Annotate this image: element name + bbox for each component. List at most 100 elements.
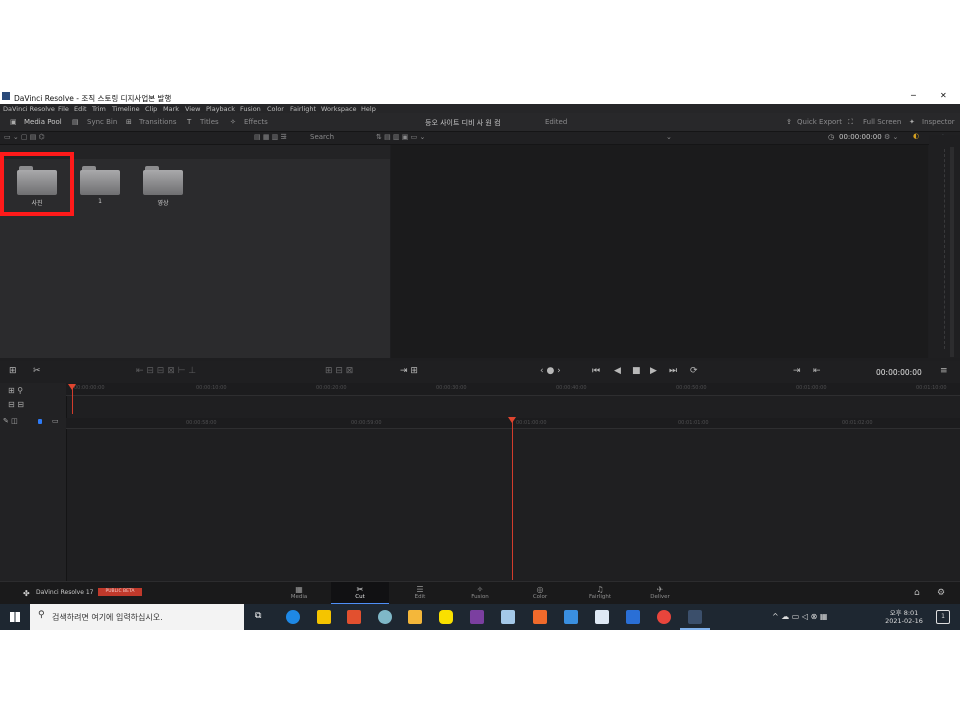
davinci-resolve-taskbar-icon[interactable] [688,610,702,624]
track-view-icon[interactable]: ▭ [52,417,59,425]
track-tools-icon[interactable]: ⊟ ⊟ [8,400,24,409]
inspector-button[interactable]: Inspector [922,118,955,126]
menu-mark[interactable]: Mark [163,105,179,113]
edge-icon[interactable] [286,610,300,624]
menu-timeline[interactable]: Timeline [112,105,140,113]
viewer-options-icon[interactable]: ⚙ ⌄ [884,133,898,141]
menu-workspace[interactable]: Workspace [321,105,357,113]
track-controls-icon[interactable]: ✎ ◫ [3,417,18,425]
file-explorer-icon[interactable] [408,610,422,624]
media-pool-button[interactable]: Media Pool [24,118,62,126]
viewer-panel[interactable] [391,145,928,358]
notification-icon[interactable]: 1 [936,610,950,624]
jog-control-icon[interactable]: ‹ ● › [540,366,561,376]
page-media[interactable]: ▦ Media [270,582,328,605]
timeline-area[interactable] [0,383,960,581]
play-reverse-icon[interactable]: ◀ [614,366,621,376]
menu-fusion[interactable]: Fusion [240,105,261,113]
page-fusion[interactable]: ✧ Fusion [451,582,509,605]
menu-davinci-resolve[interactable]: DaVinci Resolve [3,105,55,113]
quick-export-button[interactable]: Quick Export [797,118,842,126]
folder-icon[interactable] [143,166,183,196]
page-edit[interactable]: ☰ Edit [391,582,449,605]
menu-file[interactable]: File [58,105,69,113]
settings-gear-icon[interactable]: ⚙ [937,588,945,598]
edit-tools-icon[interactable]: ⇤ ⊟ ⊟ ⊠ ⊢ ⊥ [136,366,196,376]
app-icon[interactable] [347,610,361,624]
loop-icon[interactable]: ⟳ [690,366,698,376]
titles-button[interactable]: Titles [200,118,219,126]
close-icon[interactable]: ✕ [940,91,947,100]
sync-bin-icon: ▤ [72,118,79,126]
view-mode-icon[interactable]: ▤ ▦ ▥ ☰ [254,133,287,141]
menu-trim[interactable]: Trim [92,105,106,113]
onenote-icon[interactable] [470,610,484,624]
app-icon[interactable] [533,610,547,624]
menu-view[interactable]: View [185,105,200,113]
page-deliver[interactable]: ✈ Deliver [631,582,689,605]
taskbar-search-box[interactable]: ⚲ 검색하려면 여기에 입력하십시오. [30,604,244,630]
taskbar-search-input[interactable]: 검색하려면 여기에 입력하십시오. [52,612,163,623]
timeline-timecode: 00:00:00:00 [876,368,922,377]
home-icon[interactable]: ⌂ [914,588,920,598]
sync-bin-button[interactable]: Sync Bin [87,118,117,126]
menu-color[interactable]: Color [267,105,284,113]
transitions-button[interactable]: Transitions [139,118,177,126]
full-screen-button[interactable]: Full Screen [863,118,901,126]
stop-icon[interactable]: ■ [632,366,641,376]
scope-icon[interactable]: ◐ [913,132,919,140]
mark-out-icon[interactable]: ⇤ [813,366,821,376]
task-view-icon[interactable]: ⧉ [255,611,261,621]
folder-icon[interactable] [80,166,120,196]
calendar-icon[interactable] [595,610,609,624]
append-icon[interactable]: ⇥ ⊞ [400,366,418,376]
menu-playback[interactable]: Playback [206,105,235,113]
sticky-notes-icon[interactable] [317,610,331,624]
menu-edit[interactable]: Edit [74,105,87,113]
active-app-indicator [680,628,710,630]
window-title: DaVinci Resolve - 조직 스토링 디지사업본 발행 [14,94,172,103]
app-icon[interactable] [501,610,515,624]
clip-tools-icon[interactable]: ⊞ [9,366,17,376]
cut-page-icon: ✂ [356,585,364,594]
app-icon[interactable] [564,610,578,624]
system-tray-icons[interactable]: ^ ☁ ▭ ◁ ⊗ ▦ [772,612,827,621]
paint-icon[interactable] [378,610,392,624]
viewer-dropdown-icon[interactable]: ⌄ [666,133,672,141]
ruler-label: 00:01:00:00 [796,385,827,391]
insert-tools-icon[interactable]: ⊞ ⊟ ⊠ [325,366,353,376]
skip-forward-icon[interactable]: ⏭ [669,366,677,376]
timecode-clock-icon: ◷ [828,133,835,141]
minimize-icon[interactable]: ─ [911,91,916,100]
timeline-ruler-overview[interactable]: 00:00:00:00 00:00:10:00 00:00:20:00 00:0… [66,383,960,396]
more-options-icon[interactable]: ≡ [940,366,948,376]
timeline-options-icon[interactable]: ⊞ ⚲ [8,386,23,395]
ruler-label: 00:01:10:00 [916,385,947,391]
kakaotalk-icon[interactable] [439,610,453,624]
playhead[interactable] [512,419,513,580]
mark-in-icon[interactable]: ⇥ [793,366,801,376]
taskbar-date[interactable]: 2021-02-16 [884,617,924,625]
app-icon[interactable] [626,610,640,624]
effects-button[interactable]: Effects [244,118,268,126]
search-icon: ⌕ [283,133,287,141]
list-view-icon[interactable]: ▭ ⌄ ▢ ▤ ⌬ [4,133,45,141]
page-color[interactable]: ◎ Color [511,582,569,605]
menu-fairlight[interactable]: Fairlight [290,105,316,113]
track-color-icon [38,419,42,424]
sort-icon[interactable]: ⇅ ▤ ▥ ▣ ▭ ⌄ [376,133,425,141]
menu-clip[interactable]: Clip [145,105,157,113]
menu-help[interactable]: Help [361,105,376,113]
playhead-overview-handle[interactable] [68,384,76,390]
track-header: ⊞ ⚲ ⊟ ⊟ ✎ ◫ ▭ [0,383,67,581]
page-fairlight[interactable]: ♫ Fairlight [571,582,629,605]
search-input[interactable]: Search [310,133,334,141]
skip-back-icon[interactable]: ⏮ [592,366,600,376]
playhead-handle[interactable] [508,417,516,423]
chrome-icon[interactable] [657,610,671,624]
taskbar-clock[interactable]: 오후 8:01 [884,607,924,617]
page-cut[interactable]: ✂ Cut [331,582,389,605]
windows-start-icon[interactable] [10,612,20,622]
play-icon[interactable]: ▶ [650,366,657,376]
scissors-icon[interactable]: ✂ [33,366,41,376]
